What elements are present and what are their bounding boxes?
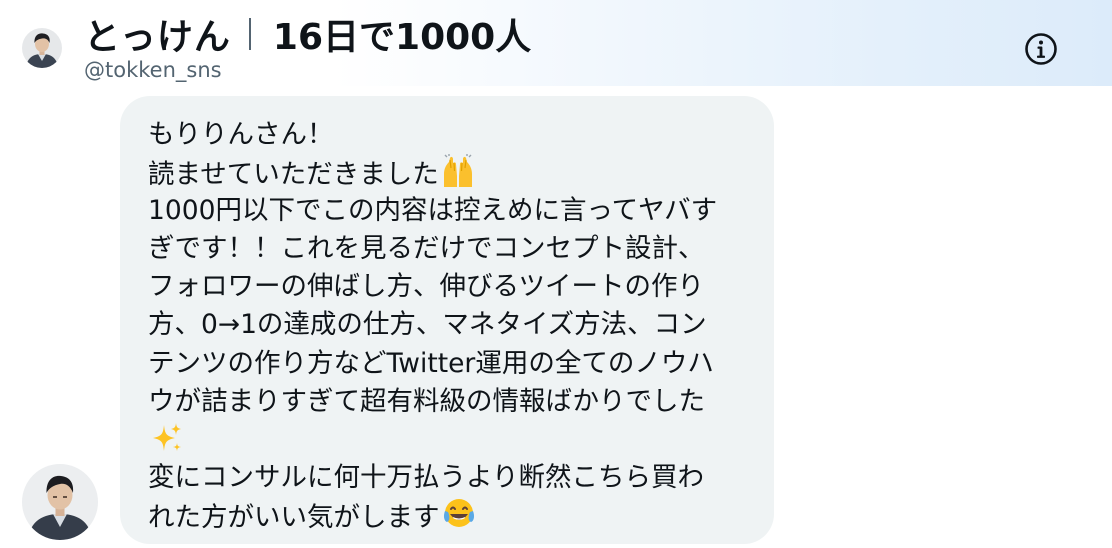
message-line: もりりんさん！ — [148, 116, 758, 154]
message-line-text: 読ませていただきました — [148, 159, 439, 191]
conversation-info-button[interactable] — [1024, 32, 1058, 66]
message-line-text: フォロワーの伸ばし方、伸びるツイートの作り — [148, 271, 704, 303]
message-line-text: 方、0→1の達成の仕方、マネタイズ方法、コン — [148, 309, 707, 341]
message-line-text: ぎです！！これを見るだけでコンセプト設計、 — [148, 233, 705, 265]
message-line-text: もりりんさん！ — [148, 119, 334, 150]
user-display-tagline: 16日で1000人 — [272, 17, 532, 58]
message-line-text: テンツの作り方などTwitter運用の全てのノウハ — [148, 347, 714, 379]
message-line — [148, 421, 758, 459]
message-line: ウが詰まりすぎて超有料級の情報ばかりでした — [148, 383, 758, 421]
dm-conversation: とっけん 16日で1000人 @tokken_sns もりりんさん！ 読ませてい… — [0, 0, 1112, 548]
header-avatar[interactable] — [22, 28, 62, 68]
profile-photo-icon — [22, 28, 62, 68]
message-line-text: 変にコンサルに何十万払うより断然こちら買わ — [148, 461, 704, 493]
sender-avatar[interactable] — [22, 464, 98, 540]
user-handle[interactable]: @tokken_sns — [84, 58, 222, 82]
message-line: 1000円以下でこの内容は控えめに言ってヤバす — [148, 192, 758, 230]
message-line: 方、0→1の達成の仕方、マネタイズ方法、コン — [148, 306, 758, 344]
tears-of-joy-emoji-icon — [442, 497, 476, 542]
user-display-name: とっけん — [84, 17, 231, 58]
message-line: 変にコンサルに何十万払うより断然こちら買わ — [148, 459, 758, 497]
message-line: テンツの作り方などTwitter運用の全てのノウハ — [148, 345, 758, 383]
message-line-text: ウが詰まりすぎて超有料級の情報ばかりでした — [148, 385, 706, 417]
message-text: もりりんさん！ 読ませていただきました 1000円以下でこの内容は控えめに言って… — [148, 116, 758, 535]
message-line: フォロワーの伸ばし方、伸びるツイートの作り — [148, 268, 758, 306]
message-line-text: 1000円以下でこの内容は控えめに言ってヤバす — [148, 195, 718, 227]
message-line: 読ませていただきました — [148, 154, 758, 192]
message-line: れた方がいい気がします — [148, 497, 758, 535]
conversation-header: とっけん 16日で1000人 @tokken_sns — [0, 0, 1112, 86]
profile-photo-icon — [22, 464, 98, 540]
title-separator — [248, 18, 251, 50]
message-line: ぎです！！これを見るだけでコンセプト設計、 — [148, 230, 758, 268]
conversation-title[interactable]: とっけん 16日で1000人 — [84, 10, 531, 58]
info-circle-icon — [1025, 33, 1057, 65]
message-line-text: れた方がいい気がします — [148, 501, 440, 533]
